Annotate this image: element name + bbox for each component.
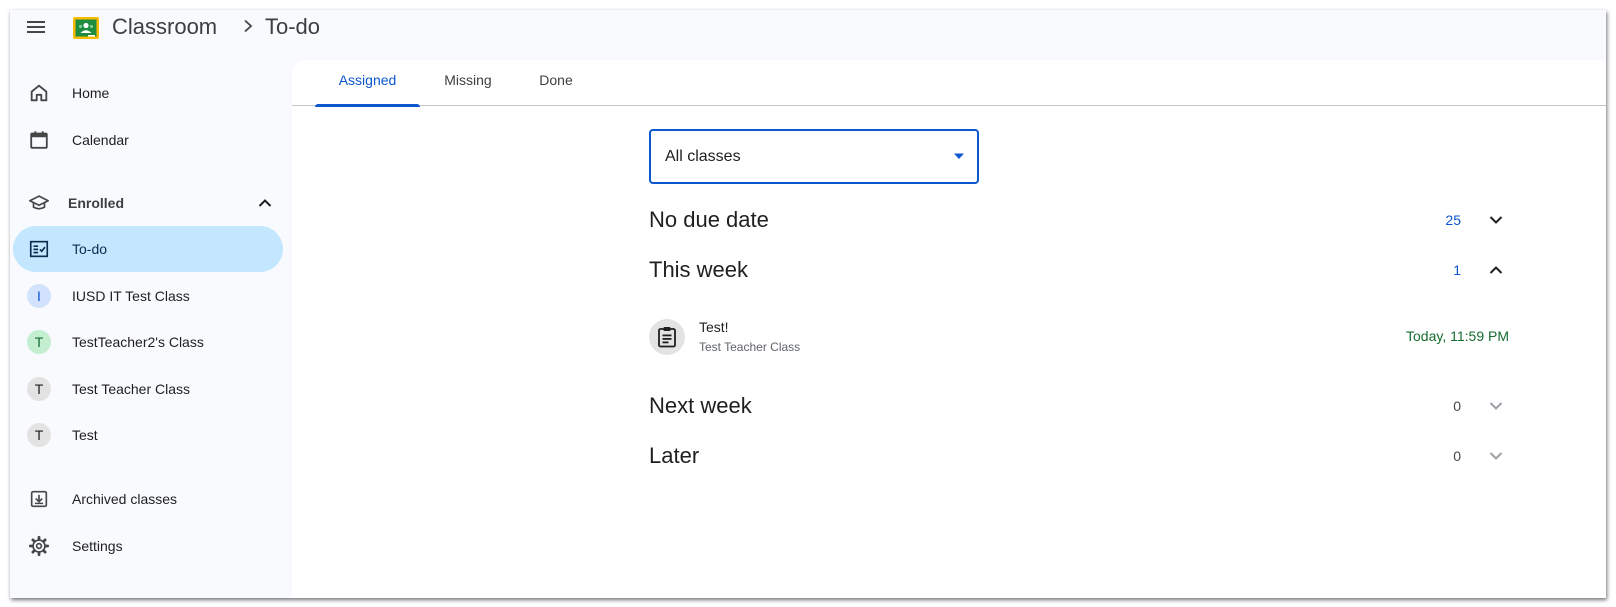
group-this-week[interactable]: This week 1 bbox=[649, 250, 1509, 290]
sidebar-item-class[interactable]: T TestTeacher2's Class bbox=[13, 319, 283, 365]
group-title: No due date bbox=[649, 207, 769, 232]
app-title[interactable]: Classroom bbox=[112, 13, 217, 41]
assignment-item[interactable]: Test! Test Teacher Class Today, 11:59 PM bbox=[649, 315, 1509, 359]
chevron-down-icon[interactable] bbox=[1483, 443, 1509, 469]
sidebar-item-calendar[interactable]: Calendar bbox=[13, 117, 283, 163]
group-title: Next week bbox=[649, 393, 752, 418]
chevron-right-icon bbox=[242, 15, 256, 37]
group-count: 0 bbox=[1453, 448, 1461, 464]
group-count: 25 bbox=[1445, 212, 1461, 228]
sidebar-item-todo[interactable]: To-do bbox=[13, 226, 283, 272]
class-filter-value: All classes bbox=[665, 147, 741, 165]
class-filter-select[interactable]: All classes bbox=[649, 129, 979, 184]
sidebar-item-label: To-do bbox=[72, 241, 108, 257]
sidebar-item-label: Calendar bbox=[72, 132, 129, 148]
sidebar-item-settings[interactable]: Settings bbox=[13, 523, 283, 569]
todo-main-panel: Assigned Missing Done All classes No due… bbox=[292, 60, 1606, 598]
sidebar-item-class[interactable]: I IUSD IT Test Class bbox=[13, 273, 283, 319]
assignment-title: Test! bbox=[699, 319, 729, 335]
chevron-down-icon[interactable] bbox=[1483, 207, 1509, 233]
assignment-due-date: Today, 11:59 PM bbox=[1406, 328, 1509, 344]
chevron-up-icon[interactable] bbox=[255, 193, 275, 213]
class-avatar: I bbox=[27, 284, 51, 308]
group-count: 1 bbox=[1453, 262, 1461, 278]
chevron-down-icon[interactable] bbox=[1483, 393, 1509, 419]
group-next-week[interactable]: Next week 0 bbox=[649, 386, 1509, 426]
enrolled-section-label: Enrolled bbox=[68, 195, 125, 211]
assignment-icon bbox=[649, 319, 685, 355]
graduation-cap-icon bbox=[27, 191, 51, 215]
group-later[interactable]: Later 0 bbox=[649, 436, 1509, 476]
enrolled-section-toggle[interactable]: Enrolled bbox=[13, 183, 283, 223]
group-count: 0 bbox=[1453, 398, 1461, 414]
classroom-logo-icon[interactable] bbox=[73, 17, 99, 39]
page-title: To-do bbox=[265, 14, 321, 39]
sidebar-item-label: Home bbox=[72, 85, 110, 101]
sidebar-item-label: Test bbox=[72, 427, 98, 443]
sidebar-item-label: TestTeacher2's Class bbox=[72, 334, 204, 350]
calendar-icon bbox=[27, 128, 51, 152]
group-no-due-date[interactable]: No due date 25 bbox=[649, 200, 1509, 240]
home-icon bbox=[27, 81, 51, 105]
sidebar-item-class[interactable]: T Test bbox=[13, 412, 283, 458]
todo-tabs: Assigned Missing Done bbox=[292, 60, 1606, 107]
archive-icon bbox=[27, 487, 51, 511]
sidebar-item-class[interactable]: T Test Teacher Class bbox=[13, 366, 283, 412]
tab-assigned[interactable]: Assigned bbox=[315, 72, 420, 107]
class-avatar: T bbox=[27, 377, 51, 401]
todo-checklist-icon bbox=[27, 237, 51, 261]
sidebar-item-archived-classes[interactable]: Archived classes bbox=[13, 476, 283, 522]
sidebar-item-label: Test Teacher Class bbox=[72, 381, 191, 397]
sidebar-item-label: IUSD IT Test Class bbox=[72, 288, 190, 304]
class-avatar: T bbox=[27, 423, 51, 447]
class-avatar: T bbox=[27, 330, 51, 354]
dropdown-caret-icon bbox=[954, 153, 964, 159]
tab-missing[interactable]: Missing bbox=[432, 72, 504, 106]
sidebar: Home Calendar Enrolled To-do I IUSD IT T… bbox=[10, 48, 293, 598]
sidebar-item-label: Settings bbox=[72, 538, 123, 554]
top-app-bar: Classroom To-do bbox=[10, 10, 1606, 48]
gear-icon bbox=[27, 534, 51, 558]
hamburger-menu-icon bbox=[27, 21, 45, 33]
tab-done[interactable]: Done bbox=[528, 72, 584, 106]
sidebar-item-home[interactable]: Home bbox=[13, 70, 283, 116]
main-menu-button[interactable] bbox=[21, 14, 51, 40]
sidebar-item-label: Archived classes bbox=[72, 491, 178, 507]
chevron-up-icon[interactable] bbox=[1483, 257, 1509, 283]
group-title: Later bbox=[649, 443, 700, 468]
assignment-class-name: Test Teacher Class bbox=[699, 340, 801, 354]
classroom-window: Classroom To-do Home Calendar Enrolled T… bbox=[10, 10, 1606, 598]
group-title: This week bbox=[649, 257, 749, 282]
